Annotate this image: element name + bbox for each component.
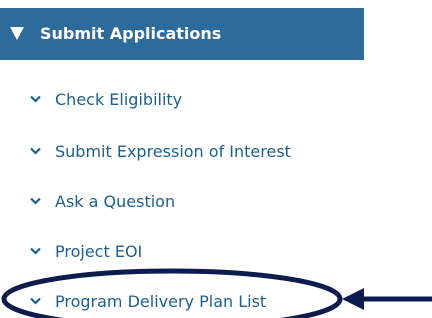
menu-item-label: Check Eligibility: [55, 89, 183, 109]
submenu-list: Check Eligibility Submit Expression of I…: [0, 0, 432, 318]
menu-item-program-delivery-plan-list[interactable]: Program Delivery Plan List: [30, 284, 266, 318]
chevron-down-icon: [30, 297, 41, 305]
menu-item-ask-a-question[interactable]: Ask a Question: [30, 184, 175, 218]
menu-item-label: Submit Expression of Interest: [55, 141, 291, 161]
menu-item-label: Program Delivery Plan List: [55, 291, 267, 311]
menu-item-submit-expression-of-interest[interactable]: Submit Expression of Interest: [30, 134, 291, 168]
menu-item-check-eligibility[interactable]: Check Eligibility: [30, 82, 182, 116]
chevron-down-icon: [30, 147, 41, 155]
menu-item-project-eoi[interactable]: Project EOI: [30, 234, 142, 268]
menu-item-label: Project EOI: [55, 241, 143, 261]
chevron-down-icon: [30, 197, 41, 205]
chevron-down-icon: [30, 247, 41, 255]
chevron-down-icon: [30, 95, 41, 103]
menu-item-label: Ask a Question: [55, 191, 176, 211]
